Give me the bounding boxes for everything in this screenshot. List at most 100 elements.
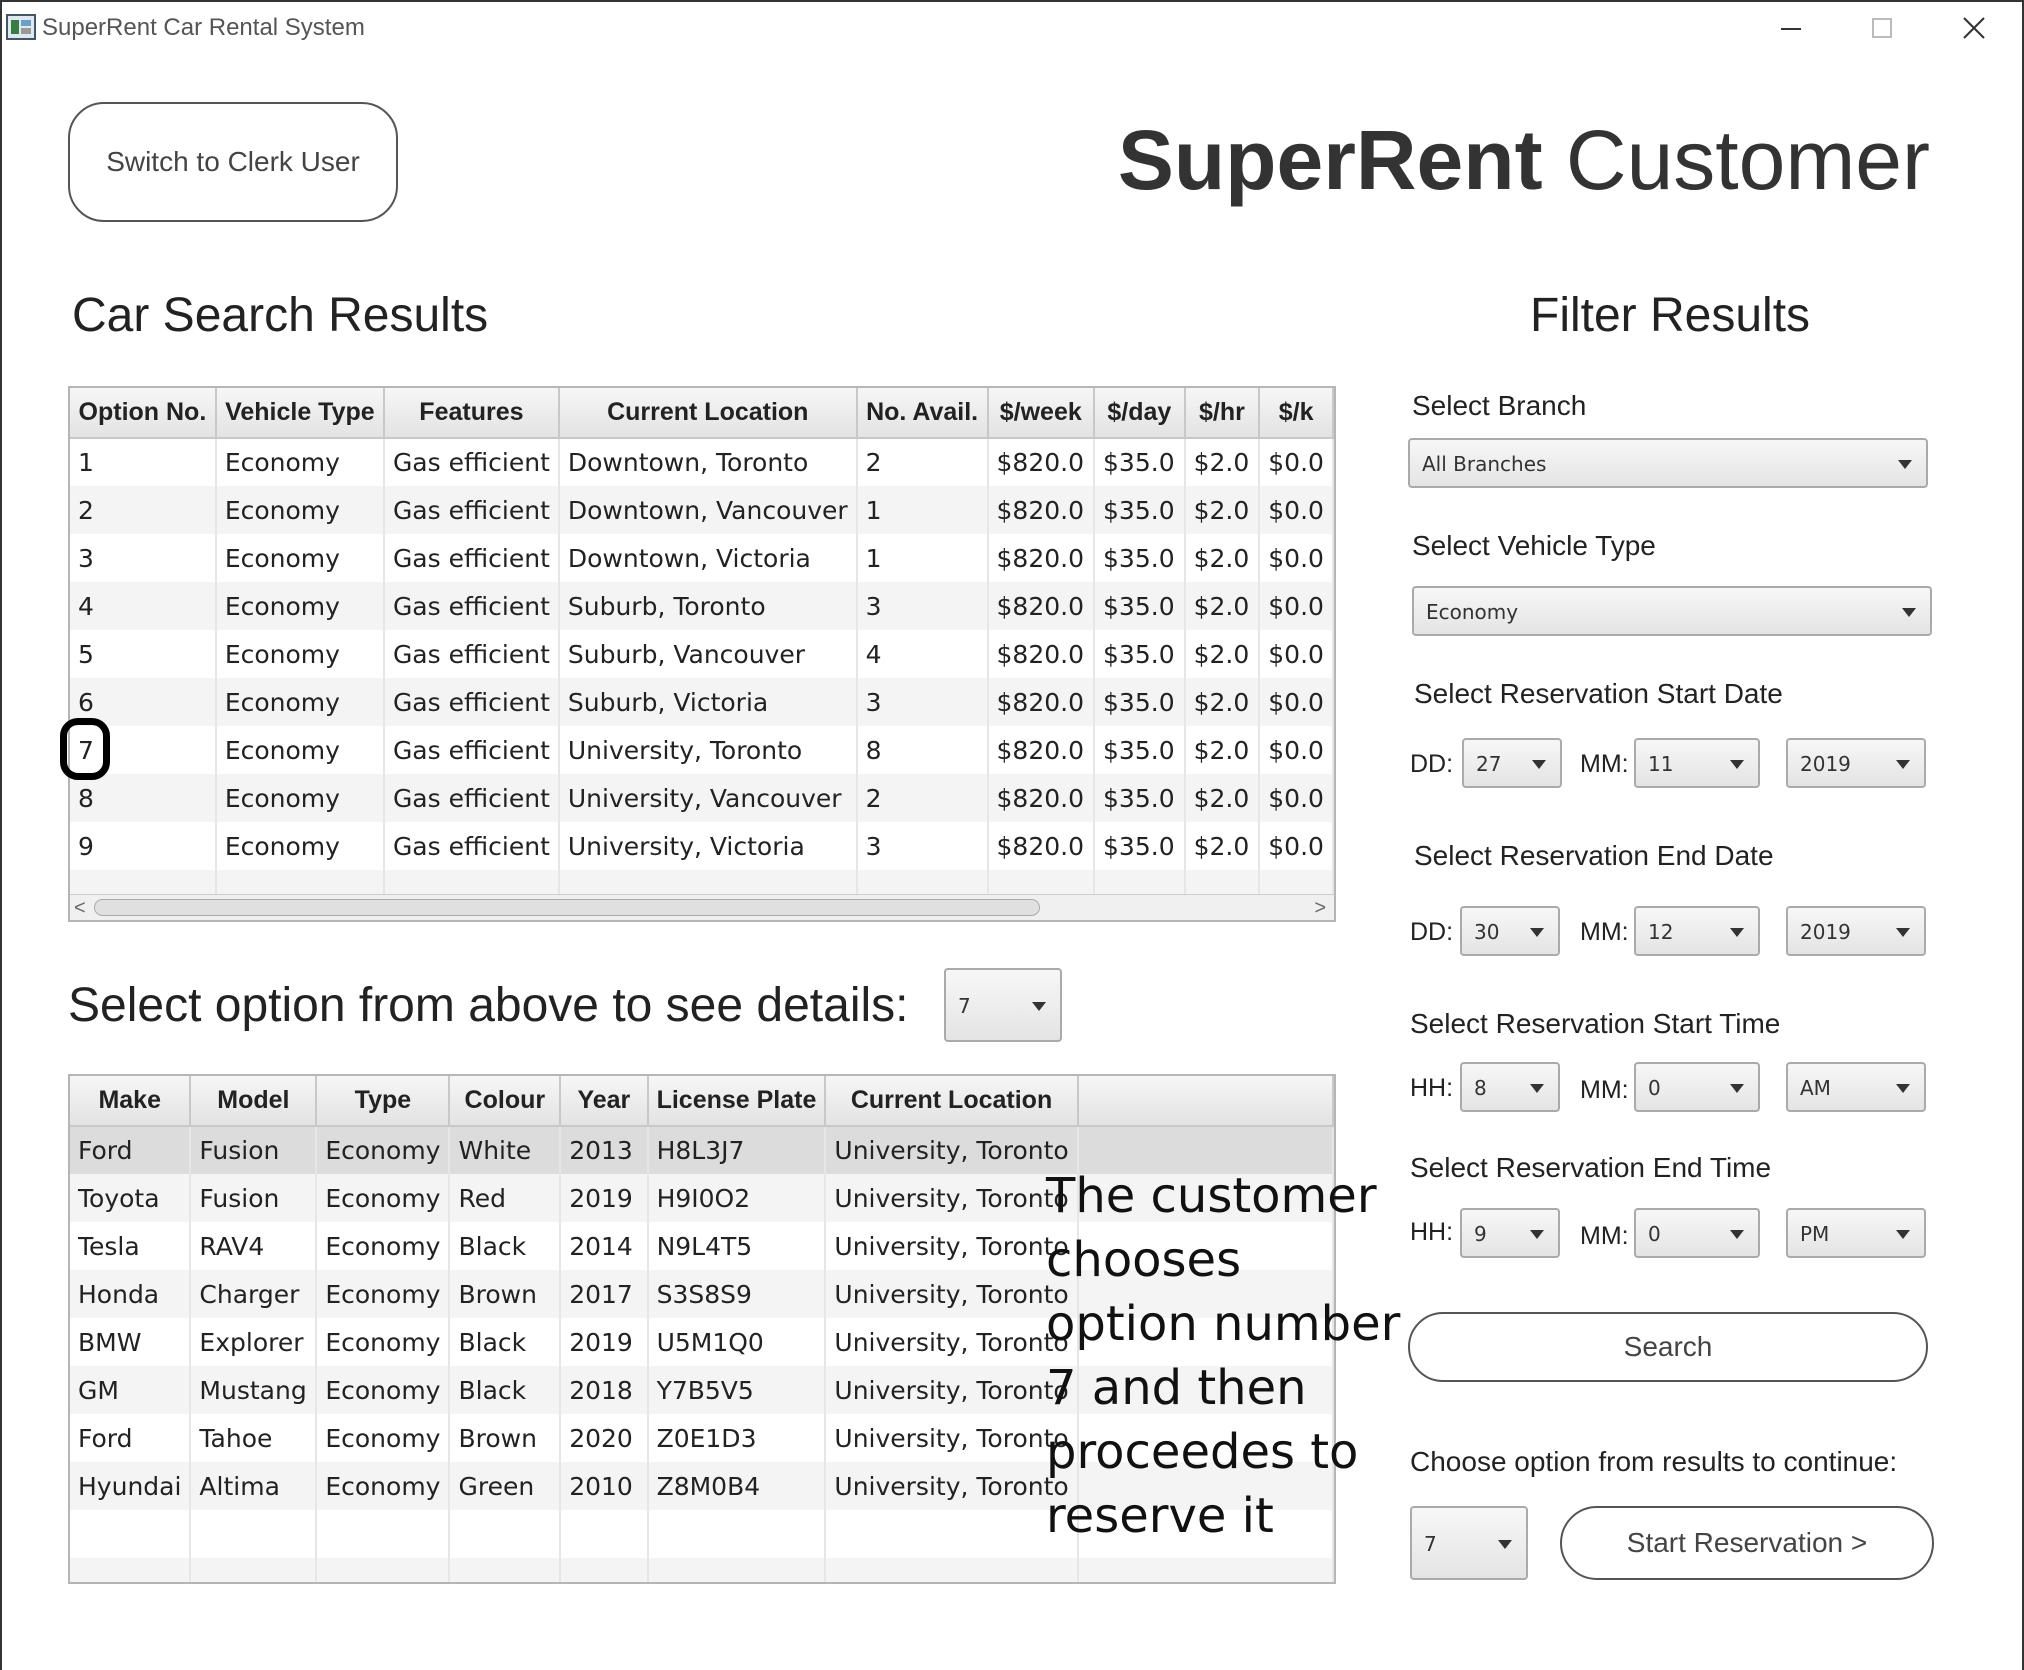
- switch-to-clerk-button[interactable]: Switch to Clerk User: [68, 102, 398, 222]
- column-header[interactable]: Make: [70, 1076, 192, 1127]
- column-header[interactable]: Vehicle Type: [215, 388, 385, 439]
- end-minute-select[interactable]: 0: [1634, 1208, 1760, 1258]
- chevron-down-icon: [1730, 760, 1744, 769]
- page-title-brand: SuperRent: [1117, 113, 1543, 207]
- column-header[interactable]: Current Location: [825, 1076, 1079, 1127]
- table-row[interactable]: 3 Economy Gas efficient Downtown, Victoria 1…: [70, 534, 1334, 582]
- column-header[interactable]: Year: [560, 1076, 649, 1127]
- table-cell: $35.0: [1094, 534, 1186, 582]
- close-icon[interactable]: [1942, 10, 2002, 46]
- start-reservation-button[interactable]: Start Reservation >: [1560, 1506, 1934, 1580]
- column-header[interactable]: Type: [316, 1076, 451, 1127]
- table-cell: Economy: [316, 1414, 451, 1462]
- table-cell: $2.0: [1184, 486, 1261, 534]
- branch-select[interactable]: All Branches: [1408, 438, 1928, 488]
- search-button[interactable]: Search: [1408, 1312, 1928, 1382]
- chevron-down-icon: [1898, 460, 1912, 469]
- chevron-down-icon: [1532, 760, 1546, 769]
- table-cell: Economy: [316, 1126, 451, 1174]
- table-cell: Economy: [215, 534, 385, 582]
- table-cell: Brown: [449, 1270, 562, 1318]
- end-ampm-select[interactable]: PM: [1786, 1208, 1926, 1258]
- empty-cell: [825, 1558, 1079, 1582]
- start-hour-select[interactable]: 8: [1460, 1062, 1560, 1112]
- table-cell: $35.0: [1094, 726, 1186, 774]
- scroll-right-icon[interactable]: >: [1314, 897, 1326, 920]
- table-row[interactable]: 7 Economy Gas efficient University, Toronto…: [70, 726, 1334, 774]
- table-cell: 2: [856, 438, 989, 486]
- table-cell: $820.0: [987, 534, 1096, 582]
- table-row[interactable]: 6 Economy Gas efficient Suburb, Victoria 3 $8…: [70, 678, 1334, 726]
- column-header[interactable]: $/k: [1259, 388, 1334, 439]
- table-cell: 2013: [560, 1126, 649, 1174]
- table-cell: Economy: [215, 822, 385, 870]
- start-month-select[interactable]: 11: [1634, 738, 1760, 788]
- horizontal-scrollbar[interactable]: < >: [70, 894, 1334, 920]
- details-prompt: Select option from above to see details:: [68, 979, 909, 1032]
- table-cell: Economy: [316, 1222, 451, 1270]
- table-row[interactable]: 1 Economy Gas efficient Downtown, Toronto 2 $…: [70, 438, 1334, 486]
- chevron-down-icon: [1530, 1084, 1544, 1093]
- table-row[interactable]: 8 Economy Gas efficient University, Vancouv…: [70, 774, 1334, 822]
- column-header[interactable]: $/day: [1094, 388, 1186, 439]
- table-row[interactable]: 9 Economy Gas efficient University, Victori…: [70, 822, 1334, 870]
- table-row[interactable]: 2 Economy Gas efficient Downtown, Vancouver…: [70, 486, 1334, 534]
- column-header[interactable]: License Plate: [647, 1076, 827, 1127]
- scrollbar-thumb[interactable]: [94, 899, 1040, 916]
- table-cell: $0.0: [1259, 438, 1334, 486]
- start-year-select[interactable]: 2019: [1786, 738, 1926, 788]
- results-header-row: Option No. Vehicle Type Features Current Lo…: [70, 388, 1334, 439]
- table-cell: Explorer: [190, 1318, 318, 1366]
- table-cell: Green: [449, 1462, 562, 1510]
- continue-option-select[interactable]: 7: [1410, 1506, 1528, 1580]
- table-cell: $2.0: [1184, 822, 1261, 870]
- table-cell: $35.0: [1094, 630, 1186, 678]
- column-header[interactable]: Option No.: [70, 388, 217, 439]
- minimize-icon[interactable]: [1760, 10, 1820, 46]
- start-date-label: Select Reservation Start Date: [1414, 678, 1783, 709]
- table-cell: 3: [856, 822, 989, 870]
- details-option-select[interactable]: 7: [944, 968, 1062, 1042]
- table-cell: Fusion: [190, 1174, 318, 1222]
- table-cell: $820.0: [987, 726, 1096, 774]
- start-ampm-select[interactable]: AM: [1786, 1062, 1926, 1112]
- chevron-down-icon: [1730, 1084, 1744, 1093]
- start-minute-select[interactable]: 0: [1634, 1062, 1760, 1112]
- window-titlebar: SuperRent Car Rental System: [0, 0, 2024, 52]
- column-header[interactable]: [1077, 1076, 1334, 1127]
- table-cell: $820.0: [987, 678, 1096, 726]
- end-year-select[interactable]: 2019: [1786, 906, 1926, 956]
- empty-cell: [647, 1558, 827, 1582]
- vehicle-type-select[interactable]: Economy: [1412, 586, 1932, 636]
- table-cell: $2.0: [1184, 438, 1261, 486]
- column-header[interactable]: $/week: [987, 388, 1096, 439]
- table-cell: $2.0: [1184, 534, 1261, 582]
- column-header[interactable]: Features: [383, 388, 560, 439]
- table-cell: White: [449, 1126, 562, 1174]
- start-day-select[interactable]: 27: [1462, 738, 1562, 788]
- details-option-value: 7: [958, 994, 971, 1018]
- column-header[interactable]: Colour: [449, 1076, 562, 1127]
- table-cell: Downtown, Toronto: [558, 438, 858, 486]
- table-cell: $820.0: [987, 582, 1096, 630]
- table-cell: $0.0: [1259, 582, 1334, 630]
- branch-select-value: All Branches: [1422, 452, 1547, 476]
- column-header[interactable]: $/hr: [1184, 388, 1261, 439]
- maximize-icon[interactable]: [1852, 10, 1912, 46]
- empty-cell: [70, 1510, 192, 1558]
- table-cell: Tahoe: [190, 1414, 318, 1462]
- column-header[interactable]: No. Avail.: [856, 388, 989, 439]
- empty-cell: [70, 1558, 192, 1582]
- table-cell: 2: [70, 486, 217, 534]
- end-hour-select[interactable]: 9: [1460, 1208, 1560, 1258]
- empty-row: [70, 1558, 1334, 1582]
- results-table[interactable]: Option No. Vehicle Type Features Current Lo…: [68, 386, 1336, 922]
- column-header[interactable]: Model: [190, 1076, 318, 1127]
- table-cell: 1: [70, 438, 217, 486]
- table-row[interactable]: 4 Economy Gas efficient Suburb, Toronto 3 $82…: [70, 582, 1334, 630]
- table-row[interactable]: 5 Economy Gas efficient Suburb, Vancouver 4 $…: [70, 630, 1334, 678]
- column-header[interactable]: Current Location: [558, 388, 858, 439]
- scroll-left-icon[interactable]: <: [74, 897, 86, 920]
- end-day-select[interactable]: 30: [1460, 906, 1560, 956]
- end-month-select[interactable]: 12: [1634, 906, 1760, 956]
